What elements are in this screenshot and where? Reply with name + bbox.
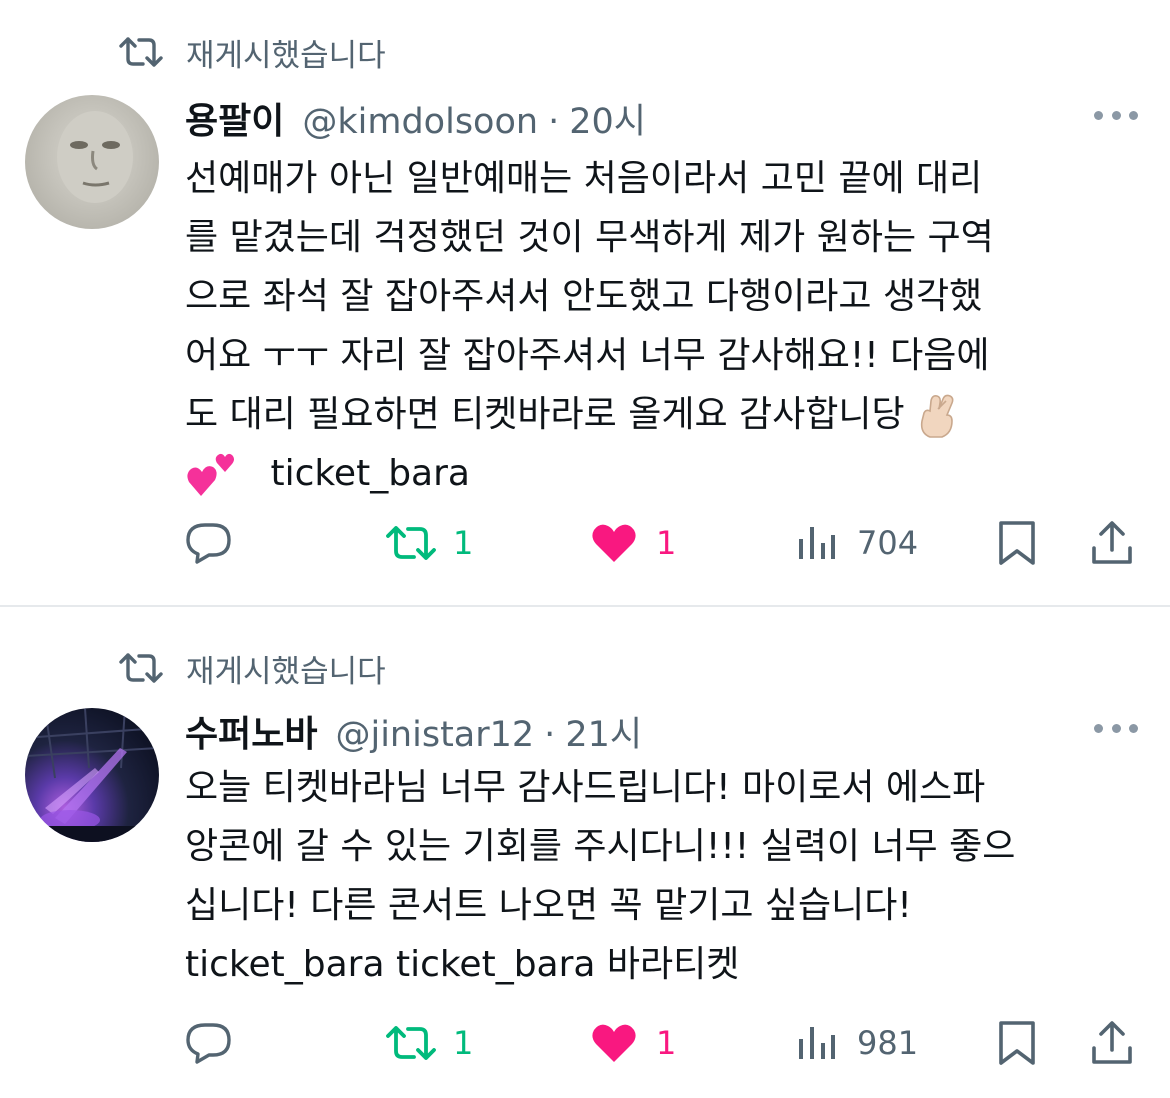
avatar-face-image: [57, 111, 133, 203]
tweet-text-fragment: 도 대리 필요하면 티켓바라로 올게요 감사합니당: [185, 394, 905, 435]
reply-icon: [186, 1023, 231, 1064]
views-button[interactable]: 704: [797, 518, 918, 568]
repost-count: 1: [453, 1024, 474, 1062]
tweet-text-line-5: 도 대리 필요하면 티켓바라로 올게요 감사합니당: [185, 385, 1135, 444]
tweet-actions: 1 1 704: [185, 518, 1140, 568]
tweet-text: 오늘 티켓바라님 너무 감사드립니다! 마이로서 에스파 앙콘에 갈 수 있는 …: [185, 758, 1135, 994]
reposted-label: 재게시했습니다: [186, 37, 386, 74]
repost-icon: [119, 37, 163, 67]
repost-icon: [386, 1026, 436, 1060]
bookmark-icon: [999, 521, 1035, 565]
views-button[interactable]: 981: [797, 1018, 918, 1068]
user-handle[interactable]: @jinistar12: [335, 715, 534, 755]
tweet-text: 선예매가 아닌 일반예매는 처음이라서 고민 끝에 대리 를 맡겼는데 걱정했던…: [185, 149, 1135, 503]
tweet-actions: 1 1 981: [185, 1018, 1140, 1068]
bookmark-button[interactable]: [997, 1018, 1037, 1068]
views-chart-icon: [799, 1027, 835, 1059]
avatar-concert-image: [25, 708, 159, 842]
tweet-text-line: 어요 ㅜㅜ 자리 잘 잡아주셔서 너무 감사해요!! 다음에: [185, 335, 990, 376]
more-dot-icon: [1111, 723, 1121, 733]
user-handle[interactable]: @kimdolsoon: [302, 102, 538, 142]
repost-icon: [119, 653, 163, 683]
more-options-button[interactable]: [1094, 100, 1138, 130]
tweet-text-line-6: ticket_bara: [185, 444, 1135, 503]
tweet-header: 수퍼노바 @jinistar12 · 21시: [185, 705, 642, 755]
view-count: 704: [857, 524, 919, 562]
reply-icon: [186, 523, 231, 564]
repost-icon: [386, 526, 436, 560]
crossed-fingers-emoji: [920, 394, 954, 438]
tweet-text-line: 를 맡겼는데 걱정했던 것이 무색하게 제가 원하는 구역: [185, 217, 994, 258]
tweet-text-fragment: ticket_bara: [270, 453, 470, 494]
view-count: 981: [857, 1024, 919, 1062]
tweet-text-line: 선예매가 아닌 일반예매는 처음이라서 고민 끝에 대리: [185, 158, 983, 199]
more-dot-icon: [1129, 110, 1138, 120]
separator-dot: ·: [544, 715, 556, 755]
reply-button[interactable]: [185, 1018, 249, 1068]
timestamp[interactable]: 20시: [569, 93, 646, 144]
repost-button[interactable]: 1: [385, 518, 473, 568]
two-hearts-emoji: [187, 453, 234, 496]
tweet[interactable]: 재게시했습니다 용팔이 @kimdolsoon · 20시 선예매가 아닌 일반…: [0, 0, 1170, 606]
avatar[interactable]: [25, 95, 159, 229]
more-dot-icon: [1129, 723, 1138, 733]
tweet-text-line: 으로 좌석 잘 잡아주셔서 안도했고 다행이라고 생각했: [185, 276, 983, 317]
more-dot-icon: [1094, 723, 1103, 733]
tweet-text-line: ticket_bara ticket_bara 바라티켓: [185, 944, 740, 985]
reposted-label: 재게시했습니다: [186, 653, 386, 690]
like-count: 1: [656, 1024, 677, 1062]
reply-button[interactable]: [185, 518, 249, 568]
bookmark-button[interactable]: [997, 518, 1037, 568]
reposted-indicator: 재게시했습니다: [118, 32, 386, 74]
heart-icon: [592, 524, 636, 562]
share-icon: [1092, 521, 1132, 564]
share-icon: [1092, 1021, 1132, 1064]
more-dot-icon: [1111, 110, 1121, 120]
avatar[interactable]: [25, 708, 159, 842]
like-button[interactable]: 1: [590, 1018, 676, 1068]
like-button[interactable]: 1: [590, 518, 676, 568]
heart-icon: [592, 1024, 636, 1062]
timestamp[interactable]: 21시: [565, 706, 642, 757]
display-name[interactable]: 수퍼노바: [185, 705, 317, 757]
tweet-header: 용팔이 @kimdolsoon · 20시: [185, 92, 646, 142]
display-name[interactable]: 용팔이: [185, 92, 284, 144]
more-options-button[interactable]: [1094, 713, 1138, 743]
more-dot-icon: [1094, 110, 1103, 120]
tweet[interactable]: 재게시했습니다 수퍼노바 @jinistar12 · 21시 오늘 티켓바라님 …: [0, 607, 1170, 1098]
share-button[interactable]: [1090, 1018, 1134, 1068]
tweet-text-line: 십니다! 다른 콘서트 나오면 꼭 맡기고 싶습니다!: [185, 885, 912, 926]
repost-count: 1: [453, 524, 474, 562]
views-chart-icon: [799, 527, 835, 559]
tweet-text-line: 앙콘에 갈 수 있는 기회를 주시다니!!! 실력이 너무 좋으: [185, 826, 1016, 867]
repost-button[interactable]: 1: [385, 1018, 473, 1068]
like-count: 1: [656, 524, 677, 562]
bookmark-icon: [999, 1021, 1035, 1065]
reposted-indicator: 재게시했습니다: [118, 648, 386, 690]
separator-dot: ·: [548, 102, 560, 142]
share-button[interactable]: [1090, 518, 1134, 568]
tweet-text-line: 오늘 티켓바라님 너무 감사드립니다! 마이로서 에스파: [185, 767, 986, 808]
